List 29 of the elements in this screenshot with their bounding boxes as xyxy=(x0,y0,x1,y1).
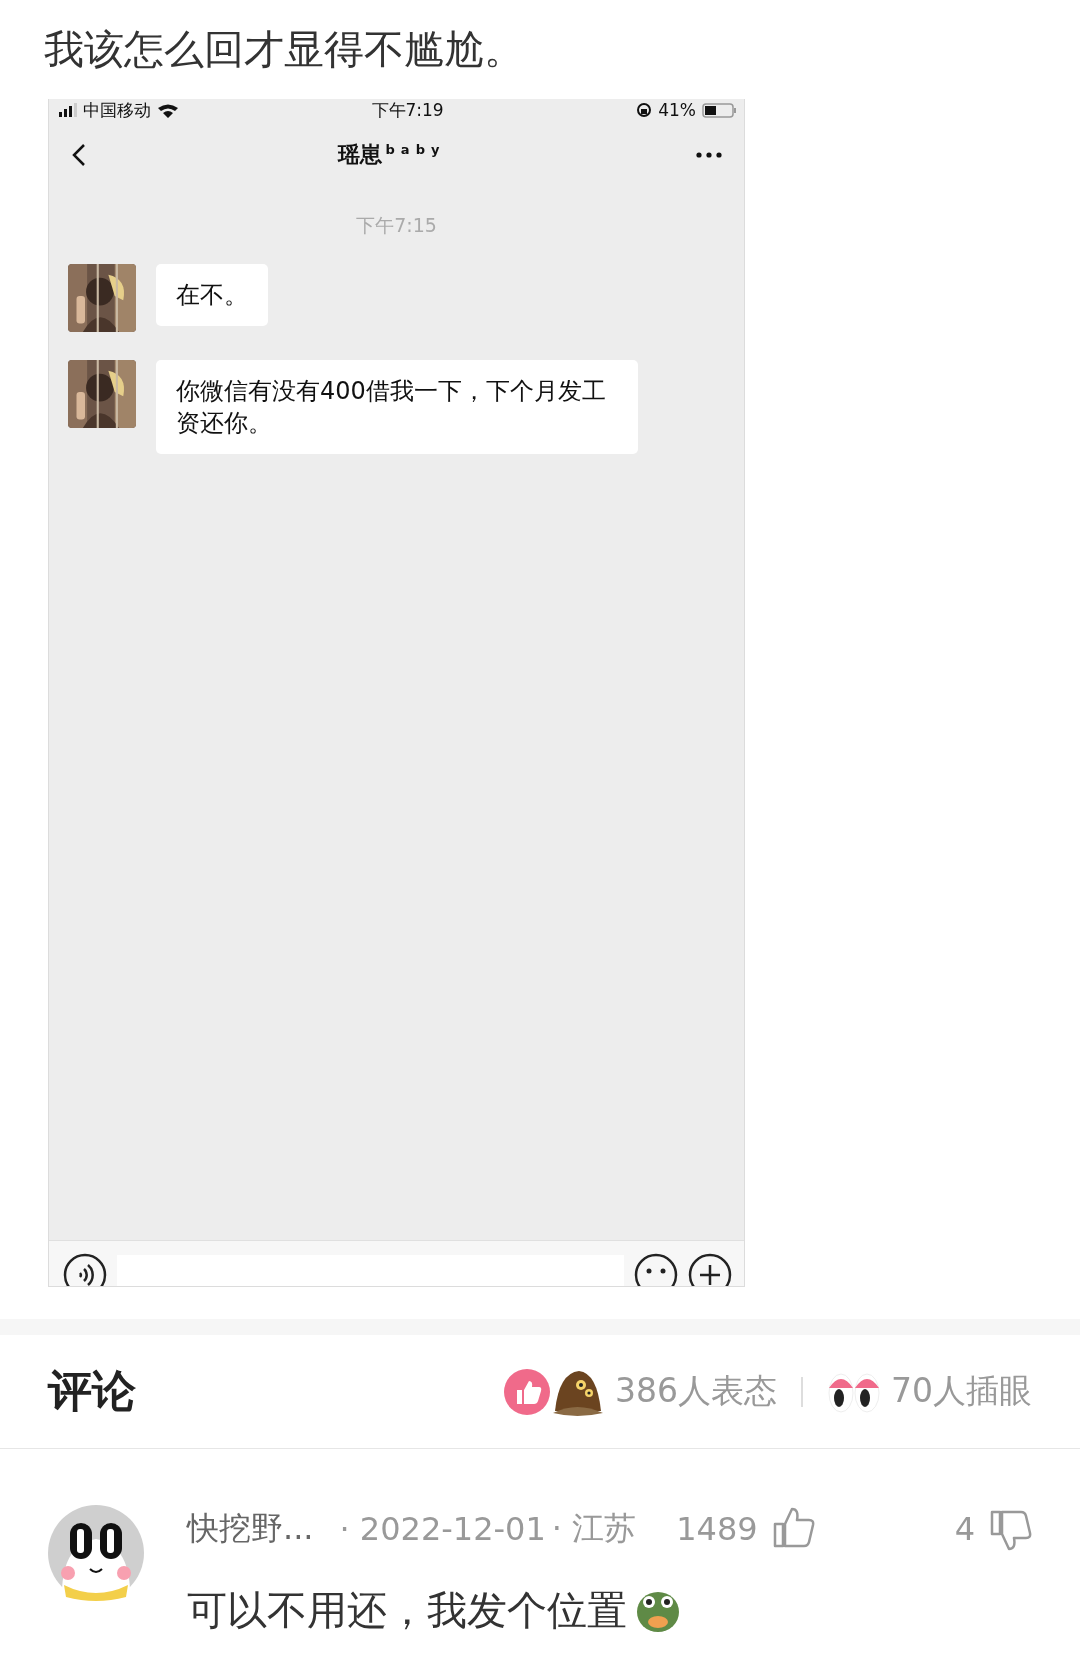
plus-icon xyxy=(688,1253,732,1286)
more-icon xyxy=(696,152,722,158)
like-badge-icon xyxy=(503,1367,551,1416)
comment-location: · 江苏 xyxy=(551,1508,637,1549)
message-bubble: 你微信有没有400借我一下，下个月发工资还你。 xyxy=(156,360,638,454)
battery-icon xyxy=(702,102,736,118)
battery-percent: 41% xyxy=(658,101,696,119)
wifi-icon xyxy=(157,102,179,118)
contact-name: 瑶崽$^{baby}$ xyxy=(337,140,446,169)
post-title: 我该怎么回才显得不尴尬。 xyxy=(44,25,524,74)
comments-title: 评论 xyxy=(48,1364,136,1418)
voice-icon xyxy=(63,1253,107,1286)
back-icon xyxy=(71,143,87,167)
status-time: 下午7:19 xyxy=(371,101,444,119)
user-avatar-icon xyxy=(48,1505,144,1601)
message-input[interactable] xyxy=(117,1255,624,1286)
comment-text: 可以不用还，我发个位置 xyxy=(187,1586,627,1635)
emoji-icon xyxy=(634,1253,678,1286)
bookmark-count: 70人插眼 xyxy=(891,1370,1032,1412)
lock-rotation-icon xyxy=(636,102,653,118)
user-name[interactable]: 快挖野... xyxy=(187,1507,314,1551)
signal-icon xyxy=(59,103,77,117)
message-bubble: 在不。 xyxy=(156,264,268,326)
comment-date: · 2022-12-01 xyxy=(339,1510,546,1548)
reaction-count: 386人表态 xyxy=(615,1370,777,1412)
dislike-count: 4 xyxy=(954,1510,975,1548)
carrier-name: 中国移动 xyxy=(83,101,151,119)
message-time: 下午7:15 xyxy=(356,214,437,236)
like-count: 1489 xyxy=(676,1510,758,1548)
